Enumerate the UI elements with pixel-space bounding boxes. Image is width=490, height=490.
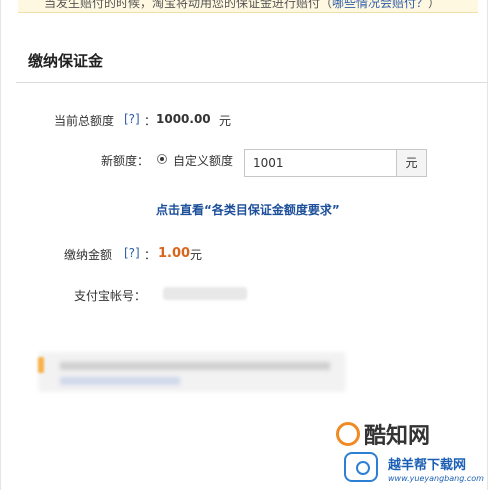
alipay-account-redacted	[163, 287, 247, 300]
total-quota-label: 当前总额度	[54, 114, 115, 128]
section-title: 缴纳保证金	[28, 52, 104, 70]
notice-text: 当发生赔付的时候，淘宝将动用您的保证金进行赔付（哪些情况会赔付？）	[44, 0, 440, 11]
redacted-notice-box	[38, 352, 346, 392]
pay-amount-colon: ：	[144, 248, 157, 262]
redacted-notice-line	[60, 362, 330, 370]
new-quota-unit: 元	[396, 149, 427, 177]
alipay-account-label: 支付宝帐号：	[74, 289, 147, 303]
watermark-secondary-text: 越羊帮下载网	[388, 458, 467, 473]
warning-icon	[38, 357, 44, 373]
pay-amount-unit: 元	[190, 248, 203, 262]
watermark-logo: 酷知网	[336, 416, 476, 450]
page: 当发生赔付的时候，淘宝将动用您的保证金进行赔付（哪些情况会赔付？） 缴纳保证金 …	[0, 0, 490, 490]
new-quota-input[interactable]	[244, 149, 396, 177]
watermark-circle-icon	[336, 422, 360, 446]
section-divider	[16, 82, 488, 83]
radio-selected-dot	[160, 157, 164, 161]
wifi-icon	[344, 452, 378, 482]
watermark-url: www.yueyangbang.com	[388, 474, 484, 483]
custom-quota-radio[interactable]	[157, 154, 167, 164]
redacted-notice-link	[60, 377, 180, 385]
pay-amount-help-link[interactable]: [?]	[124, 246, 140, 260]
custom-quota-option-label[interactable]: 自定义额度	[173, 152, 233, 169]
compensation-notice: 当发生赔付的时候，淘宝将动用您的保证金进行赔付（哪些情况会赔付？）	[18, 0, 478, 13]
pay-amount-label: 缴纳金额	[64, 248, 113, 262]
total-quota-colon: ：	[144, 114, 157, 128]
new-quota-label: 新额度：	[101, 154, 150, 168]
compensation-info-link[interactable]: 哪些情况会赔付？	[332, 0, 428, 10]
total-quota-value: 1000.00	[156, 112, 211, 126]
frame-right-border	[487, 0, 488, 490]
total-quota-unit: 元	[219, 114, 232, 128]
watermark-text: 酷知网	[364, 424, 431, 449]
total-quota-help-link[interactable]: [?]	[124, 112, 140, 126]
quota-requirements-link[interactable]: 点击直看“各类目保证金额度要求”	[156, 201, 340, 218]
watermark-secondary: 越羊帮下载网 www.yueyangbang.com	[340, 450, 485, 490]
pay-amount-value: 1.00	[158, 246, 191, 261]
frame-left-border	[0, 0, 1, 490]
